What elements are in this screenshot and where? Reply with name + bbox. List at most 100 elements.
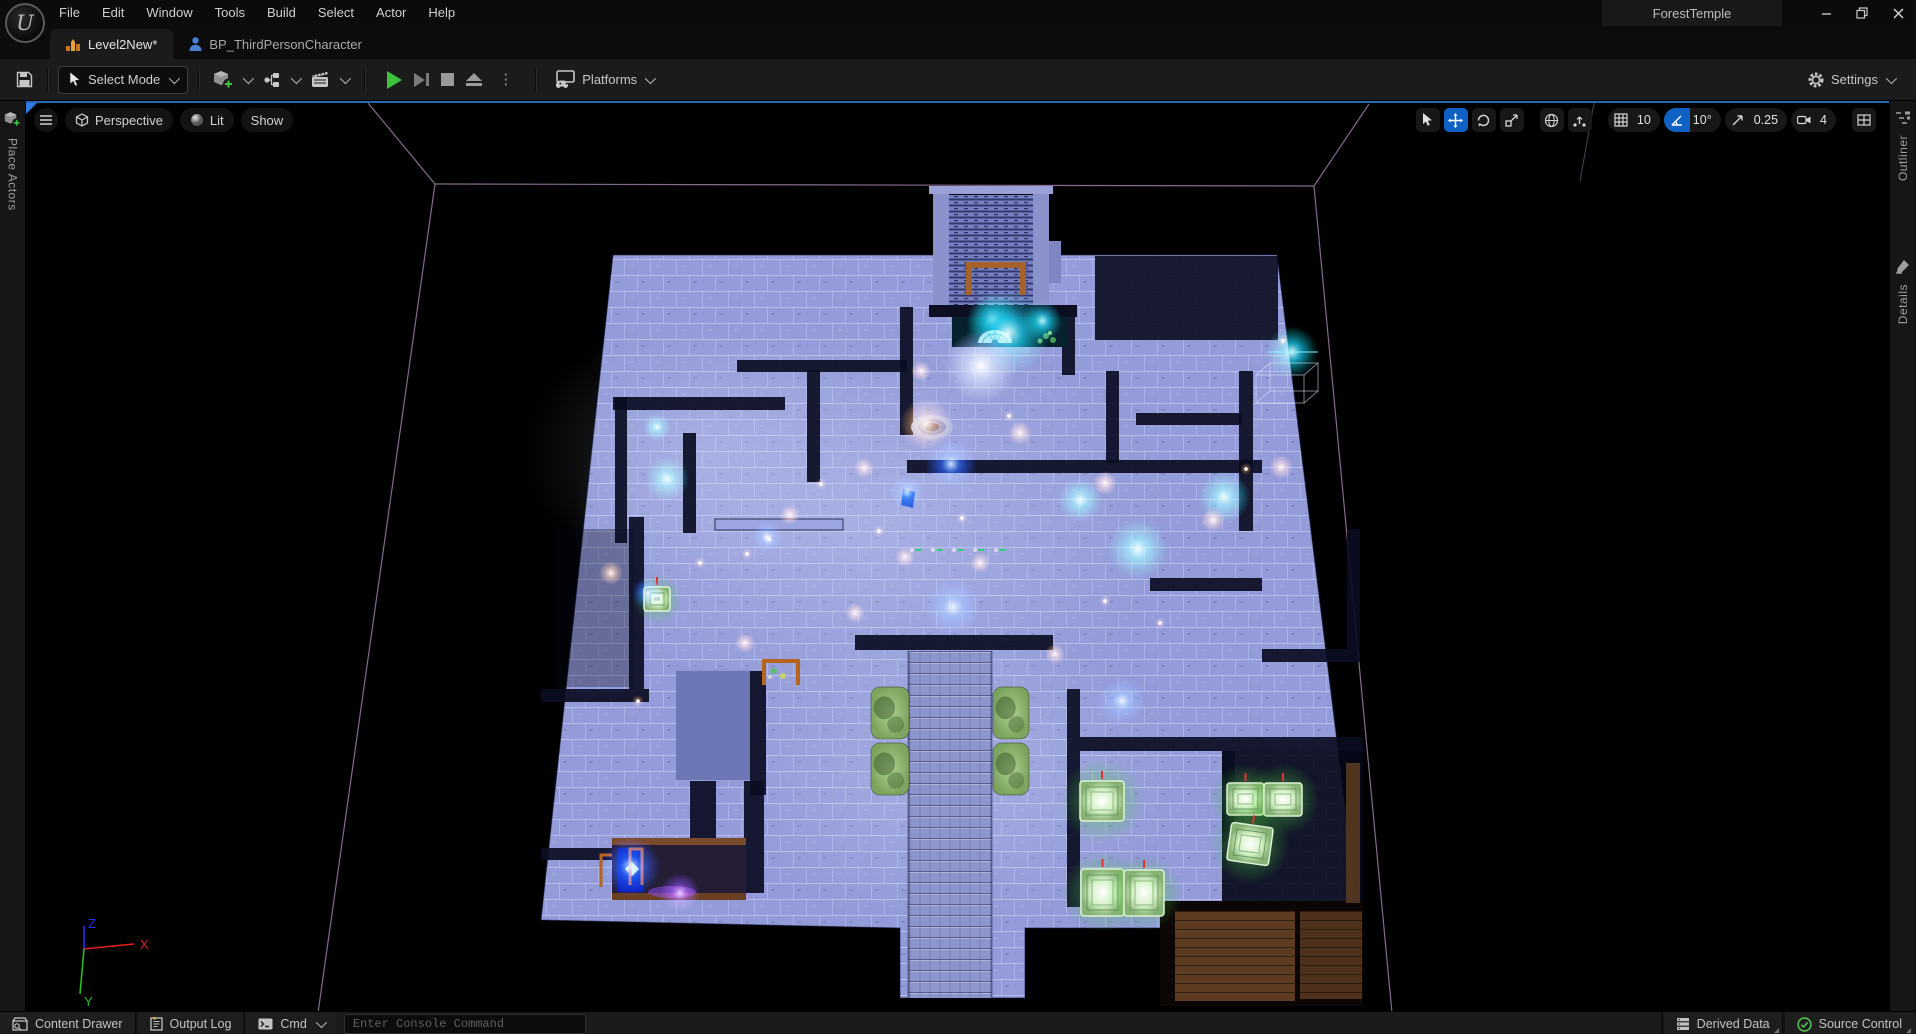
blueprints-dropdown[interactable] (257, 67, 305, 93)
hamburger-icon (40, 115, 52, 125)
menu-file[interactable]: File (48, 0, 91, 26)
content-drawer-label: Content Drawer (35, 1017, 123, 1031)
content-drawer-button[interactable]: Content Drawer (0, 1012, 135, 1034)
stop-button[interactable] (441, 73, 455, 86)
settings-dropdown[interactable]: Settings (1801, 67, 1900, 93)
main-toolbar: Select Mode ⋮ Platforms Settings (0, 59, 1916, 101)
menu-actor[interactable]: Actor (365, 0, 417, 26)
scale-snap-control[interactable]: 0.25 (1724, 108, 1788, 132)
add-actor-dropdown[interactable] (207, 66, 257, 94)
menu-build[interactable]: Build (256, 0, 307, 26)
viewport-toolbar-left: Perspective Lit Show (34, 108, 294, 132)
outliner-tab[interactable]: Outliner (1896, 135, 1910, 181)
frame-skip-icon-bar (426, 73, 430, 86)
menu-tools[interactable]: Tools (204, 0, 256, 26)
frame-skip-button[interactable] (414, 72, 430, 87)
camera-speed-control[interactable]: 4 (1791, 108, 1836, 132)
console-command-input[interactable] (343, 1014, 586, 1034)
title-bar: U File Edit Window Tools Build Select Ac… (0, 0, 1916, 43)
derived-data-button[interactable]: Derived Data (1663, 1012, 1782, 1034)
viewport-options-button[interactable] (34, 108, 58, 132)
right-panel-strip: Outliner Details (1889, 101, 1915, 1011)
cmd-dropdown[interactable]: Cmd (246, 1012, 336, 1034)
scale-tool-button[interactable] (1499, 108, 1524, 132)
move-tool-button[interactable] (1443, 108, 1468, 132)
maximize-viewport-button[interactable] (1852, 108, 1876, 132)
central-staircase (907, 651, 993, 998)
perspective-label: Perspective (95, 112, 163, 128)
rotation-snap-value: 10° (1692, 113, 1712, 127)
world-space-toggle-button[interactable] (1539, 108, 1564, 132)
outliner-icon[interactable] (1895, 111, 1911, 125)
axis-gizmo: Z X Y (79, 916, 149, 1009)
source-control-button[interactable]: Source Control (1784, 1012, 1914, 1034)
show-dropdown[interactable]: Show (240, 108, 294, 132)
place-actors-icon[interactable] (4, 111, 22, 128)
eject-icon-bar (466, 83, 483, 86)
rotate-icon (1478, 114, 1490, 126)
details-tab[interactable]: Details (1896, 284, 1910, 324)
close-button[interactable] (1880, 0, 1916, 26)
surface-snap-icon (1573, 116, 1586, 127)
play-controls: ⋮ (387, 70, 517, 89)
platforms-icon (556, 69, 576, 88)
save-icon (16, 71, 33, 88)
menu-edit[interactable]: Edit (91, 0, 135, 26)
perspective-dropdown[interactable]: Perspective (65, 108, 173, 132)
play-button[interactable] (387, 70, 403, 89)
menu-help[interactable]: Help (417, 0, 466, 26)
play-options-kebab-button[interactable]: ⋮ (494, 72, 517, 87)
minimize-button[interactable] (1808, 0, 1844, 26)
menu-select[interactable]: Select (307, 0, 365, 26)
project-name: ForestTemple (1602, 0, 1782, 26)
select-mode-dropdown[interactable]: Select Mode (58, 65, 189, 94)
grid-snap-icon (1608, 108, 1634, 132)
minimize-icon (1821, 12, 1831, 15)
select-mode-label: Select Mode (88, 72, 161, 87)
select-tool-button[interactable] (1415, 108, 1440, 132)
rotate-tool-button[interactable] (1471, 108, 1496, 132)
raised-block (676, 669, 750, 780)
add-actor-cube-icon (214, 70, 235, 89)
chevron-down-icon (169, 72, 181, 84)
output-log-icon (149, 1017, 163, 1031)
move-icon (1448, 112, 1464, 128)
platforms-dropdown[interactable]: Platforms (546, 66, 659, 94)
grid-snap-control[interactable]: 10 (1607, 108, 1660, 132)
place-actors-tab[interactable]: Place Actors (6, 138, 20, 211)
cinematics-dropdown[interactable] (305, 67, 354, 93)
lit-dropdown[interactable]: Lit (179, 108, 234, 132)
restore-button[interactable] (1844, 0, 1880, 26)
source-control-label: Source Control (1818, 1017, 1902, 1031)
grid-snap-value: 10 (1636, 113, 1651, 127)
menu-window[interactable]: Window (135, 0, 203, 26)
viewport-toolbar-right: 10 10° 0.25 4 (1415, 108, 1876, 132)
perspective-cube-icon (75, 113, 89, 127)
show-label: Show (250, 112, 284, 128)
camera-speed-value: 4 (1820, 113, 1827, 127)
cmd-label: Cmd (280, 1017, 307, 1031)
derived-data-label: Derived Data (1696, 1017, 1770, 1031)
gear-icon (1808, 72, 1824, 87)
tab-bp-thirdpersoncharacter[interactable]: BP_ThirdPersonCharacter (173, 29, 377, 59)
chevron-down-icon (291, 72, 303, 84)
blueprints-icon (264, 72, 280, 87)
rotation-snap-control[interactable]: 10° (1663, 108, 1721, 132)
gizmo-x-label: X (140, 937, 149, 952)
restore-icon (1856, 7, 1868, 19)
status-bar: Content Drawer Output Log Cmd Enter Cons… (0, 1011, 1916, 1034)
save-button[interactable] (10, 67, 39, 92)
viewport[interactable]: Perspective Lit Show 10 10° 0.25 4 Z X Y (26, 101, 1889, 1011)
character-icon (189, 37, 202, 51)
unreal-engine-logo-icon[interactable]: U (5, 3, 45, 43)
gizmo-z-label: Z (88, 916, 96, 931)
details-icon[interactable] (1895, 259, 1910, 274)
eject-button[interactable] (466, 73, 483, 86)
derived-data-icon (1676, 1018, 1689, 1030)
close-icon (1893, 8, 1903, 18)
surface-snap-button[interactable] (1567, 108, 1592, 132)
output-log-button[interactable]: Output Log (137, 1012, 244, 1034)
content-drawer-icon (12, 1017, 28, 1031)
tab-level2new[interactable]: Level2New* (50, 29, 174, 59)
corner-fold (1906, 1028, 1911, 1033)
